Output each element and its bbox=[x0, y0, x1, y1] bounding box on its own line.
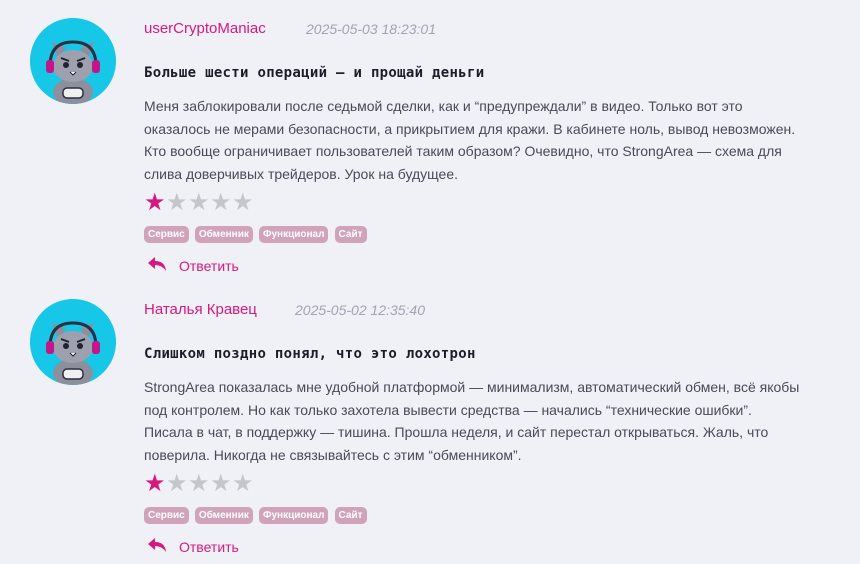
tag-badge[interactable]: Функционал bbox=[258, 226, 329, 243]
tag-badge[interactable]: Обменник bbox=[194, 507, 253, 524]
star-rating: ★★★★★ bbox=[144, 469, 254, 497]
review-title: Больше шести операций — и прощай деньги bbox=[144, 65, 485, 81]
star-icon: ★ bbox=[144, 188, 166, 216]
star-icon: ★ bbox=[210, 188, 232, 216]
star-rating: ★★★★★ bbox=[144, 188, 254, 216]
review-date: 2025-05-03 18:23:01 bbox=[306, 21, 436, 37]
star-icon: ★ bbox=[232, 469, 254, 497]
reply-label: Ответить bbox=[179, 539, 239, 555]
star-icon: ★ bbox=[210, 469, 232, 497]
review-title: Слишком поздно понял, что это лохотрон bbox=[144, 346, 476, 362]
star-icon: ★ bbox=[166, 188, 188, 216]
star-icon: ★ bbox=[232, 188, 254, 216]
avatar bbox=[30, 299, 116, 385]
reply-label: Ответить bbox=[179, 258, 239, 274]
reply-arrow-icon bbox=[148, 257, 166, 271]
tag-list: Сервис Обменник Функционал Сайт bbox=[144, 222, 368, 243]
tag-list: Сервис Обменник Функционал Сайт bbox=[144, 503, 368, 524]
tag-badge[interactable]: Функционал bbox=[258, 507, 329, 524]
tag-badge[interactable]: Сайт bbox=[334, 507, 367, 524]
review-text: Меня заблокировали после седьмой сделки,… bbox=[144, 98, 796, 182]
star-icon: ★ bbox=[166, 469, 188, 497]
review-text: StrongArea показалась мне удобной платфо… bbox=[144, 379, 800, 463]
tag-badge[interactable]: Сервис bbox=[144, 226, 189, 243]
avatar bbox=[30, 18, 116, 104]
author-name[interactable]: Наталья Кравец bbox=[144, 301, 257, 318]
tag-badge[interactable]: Обменник bbox=[194, 226, 253, 243]
star-icon: ★ bbox=[188, 188, 210, 216]
review-date: 2025-05-02 12:35:40 bbox=[295, 302, 425, 318]
reply-arrow-icon bbox=[148, 538, 166, 552]
tag-badge[interactable]: Сервис bbox=[144, 507, 189, 524]
star-icon: ★ bbox=[188, 469, 210, 497]
star-icon: ★ bbox=[144, 469, 166, 497]
cat-gamer-icon bbox=[30, 299, 116, 385]
cat-gamer-icon bbox=[30, 18, 116, 104]
author-name[interactable]: userCryptoManiac bbox=[144, 20, 266, 37]
tag-badge[interactable]: Сайт bbox=[334, 226, 367, 243]
